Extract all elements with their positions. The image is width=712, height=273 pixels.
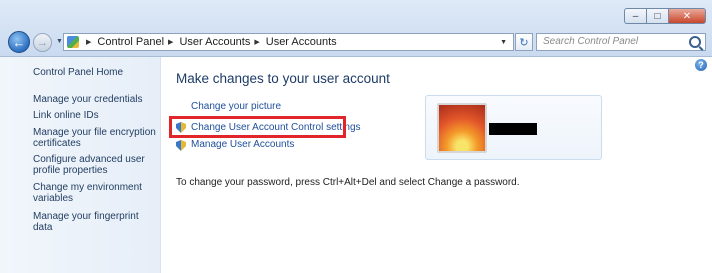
breadcrumb-user-accounts[interactable]: User Accounts (179, 36, 250, 48)
recent-pages-chevron-icon[interactable]: ▼ (56, 38, 63, 45)
address-bar[interactable]: ▶ Control Panel ▶ User Accounts ▶ User A… (63, 33, 514, 51)
left-link-link-online-ids[interactable]: Link online IDs (33, 110, 157, 121)
left-link-file-encryption[interactable]: Manage your file encryption certificates (33, 127, 157, 149)
page-title: Make changes to your user account (176, 71, 390, 86)
breadcrumb-arrow-icon[interactable]: ▶ (168, 38, 173, 46)
password-info-text: To change your password, press Ctrl+Alt+… (176, 177, 520, 188)
back-button[interactable]: ← (8, 31, 30, 53)
avatar (437, 103, 487, 153)
window-frame: ‒ □ ✕ ← → ▼ ▶ Control Panel ▶ User Accou… (0, 0, 712, 57)
breadcrumb-user-accounts-current[interactable]: User Accounts (266, 36, 337, 48)
manage-user-accounts-link[interactable]: Manage User Accounts (191, 139, 294, 150)
left-link-advanced-profile[interactable]: Configure advanced user profile properti… (33, 154, 157, 176)
left-link-manage-credentials[interactable]: Manage your credentials (33, 94, 157, 105)
left-link-environment-variables[interactable]: Change my environment variables (33, 182, 157, 204)
breadcrumb-control-panel[interactable]: Control Panel (97, 36, 164, 48)
address-dropdown-chevron-icon[interactable]: ▼ (500, 39, 507, 46)
forward-button[interactable]: → (33, 33, 52, 52)
left-link-control-panel-home[interactable]: Control Panel Home (33, 67, 157, 78)
user-account-tile (425, 95, 602, 160)
search-placeholder: Search Control Panel (543, 36, 639, 47)
close-button[interactable]: ✕ (668, 8, 706, 24)
control-panel-icon (67, 36, 79, 48)
breadcrumb-arrow-icon[interactable]: ▶ (86, 38, 91, 46)
caption-buttons: ‒ □ ✕ (624, 8, 706, 24)
highlight-box (169, 116, 346, 138)
breadcrumb-arrow-icon[interactable]: ▶ (254, 38, 259, 46)
minimize-button[interactable]: ‒ (624, 8, 646, 24)
username-redacted (489, 123, 537, 135)
search-input[interactable]: Search Control Panel (536, 33, 706, 51)
left-navigation-pane: Control Panel Home Manage your credentia… (0, 57, 161, 273)
manage-accounts-shield-icon (176, 140, 186, 151)
change-picture-link[interactable]: Change your picture (191, 101, 281, 112)
help-icon[interactable]: ? (695, 59, 707, 71)
maximize-button[interactable]: □ (646, 8, 668, 24)
refresh-button[interactable]: ↻ (515, 33, 533, 51)
left-link-fingerprint-data[interactable]: Manage your fingerprint data (33, 211, 157, 233)
search-icon[interactable] (689, 36, 701, 48)
